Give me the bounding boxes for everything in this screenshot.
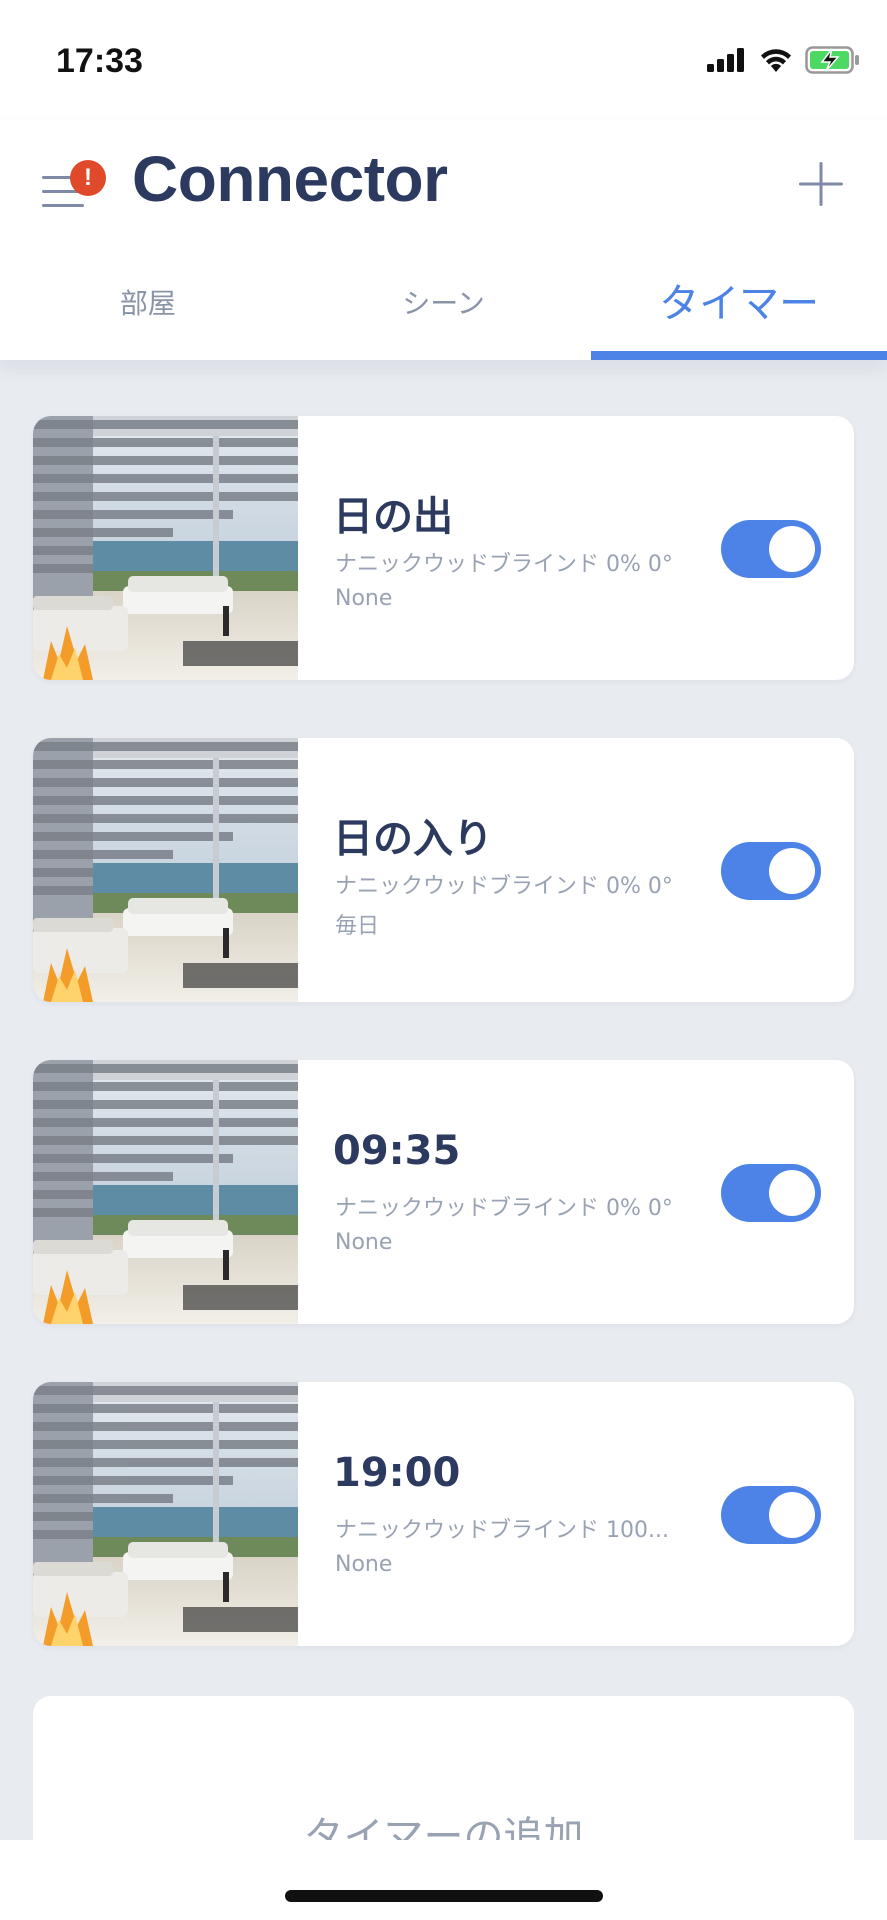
timer-device: ナニックウッドブラインド 0% 0°: [335, 552, 673, 577]
app-header: ! Connector 部屋 シーン タイマー: [0, 120, 887, 360]
timer-title: 19:00: [333, 1450, 461, 1496]
wifi-icon: [761, 49, 791, 72]
timer-card[interactable]: 09:35 ナニックウッドブラインド 0% 0° None: [33, 1060, 854, 1324]
timer-list: 日の出 ナニックウッドブラインド 0% 0° None 日の入り ナニックウッド…: [33, 416, 854, 1704]
battery-charging-icon: [805, 46, 859, 74]
status-time: 17:33: [56, 42, 143, 80]
home-indicator[interactable]: [285, 1890, 603, 1902]
blind-room-image: [33, 1382, 298, 1646]
timer-repeat: None: [335, 586, 393, 611]
timer-toggle[interactable]: [721, 1164, 821, 1222]
timer-repeat: None: [335, 1230, 393, 1255]
tab-rooms[interactable]: 部屋: [0, 260, 296, 360]
timer-title: 日の出: [333, 494, 453, 540]
page-title: Connector: [132, 143, 448, 215]
menu-button[interactable]: !: [40, 160, 110, 230]
timer-card[interactable]: 日の入り ナニックウッドブラインド 0% 0° 毎日: [33, 738, 854, 1002]
tab-timers[interactable]: タイマー: [591, 260, 887, 360]
status-icons: [707, 46, 861, 74]
timer-device: ナニックウッドブラインド 100...: [335, 1518, 669, 1543]
toggle-knob: [769, 1492, 815, 1538]
timer-repeat: 毎日: [335, 914, 380, 939]
toggle-knob: [769, 526, 815, 572]
timer-device: ナニックウッドブラインド 0% 0°: [335, 874, 673, 899]
cellular-signal-icon: [707, 48, 744, 72]
timer-repeat: None: [335, 1552, 393, 1577]
alert-badge: !: [70, 160, 106, 196]
timer-card[interactable]: 19:00 ナニックウッドブラインド 100... None: [33, 1382, 854, 1646]
blind-room-image: [33, 416, 298, 680]
tab-bar: 部屋 シーン タイマー: [0, 260, 887, 360]
timer-toggle[interactable]: [721, 842, 821, 900]
timer-device: ナニックウッドブラインド 0% 0°: [335, 1196, 673, 1221]
blind-room-image: [33, 1060, 298, 1324]
home-area: [0, 1840, 887, 1920]
add-button[interactable]: [791, 154, 851, 214]
timer-title: 09:35: [333, 1128, 461, 1174]
blind-room-image: [33, 738, 298, 1002]
status-bar: 17:33: [0, 0, 887, 120]
timer-toggle[interactable]: [721, 520, 821, 578]
toggle-knob: [769, 848, 815, 894]
tab-scenes[interactable]: シーン: [296, 260, 592, 360]
plus-icon: [799, 162, 843, 206]
timer-toggle[interactable]: [721, 1486, 821, 1544]
timer-title: 日の入り: [333, 816, 493, 862]
timer-card[interactable]: 日の出 ナニックウッドブラインド 0% 0° None: [33, 416, 854, 680]
toggle-knob: [769, 1170, 815, 1216]
